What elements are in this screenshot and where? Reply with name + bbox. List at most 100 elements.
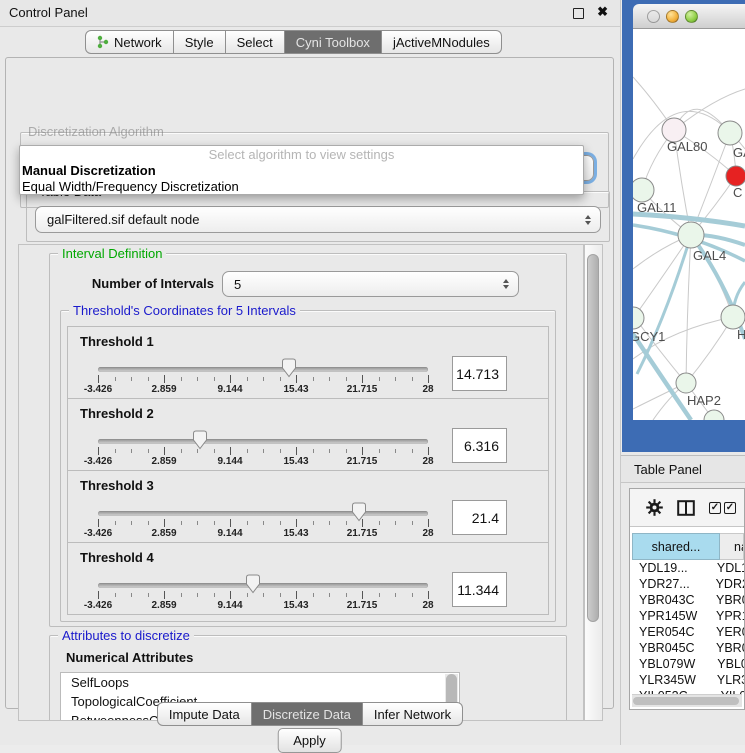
network-node-green[interactable] bbox=[633, 307, 644, 329]
table-horizontal-scrollbar[interactable] bbox=[632, 694, 742, 707]
checkbox-icon[interactable]: ✓ bbox=[724, 502, 736, 514]
slider-tick-label: 28 bbox=[398, 600, 458, 611]
settings-scrollbar[interactable] bbox=[584, 244, 603, 721]
tab-style[interactable]: Style bbox=[174, 30, 226, 54]
threshold-slider-track[interactable] bbox=[98, 511, 428, 516]
threshold-slider-thumb[interactable] bbox=[245, 574, 261, 594]
slider-tick bbox=[230, 447, 231, 455]
slider-tick-label: 2.859 bbox=[134, 528, 194, 539]
threshold-slider-track[interactable] bbox=[98, 583, 428, 588]
slider-tick bbox=[98, 447, 99, 455]
threshold-value-field[interactable]: 11.344 bbox=[452, 572, 507, 607]
network-edge[interactable] bbox=[635, 235, 691, 316]
slider-tick bbox=[181, 593, 182, 597]
column-header-name[interactable]: na bbox=[720, 533, 744, 560]
table-panel-title: Table Panel bbox=[634, 462, 702, 477]
slider-tick bbox=[164, 591, 165, 599]
table-panel-titlebar: Table Panel bbox=[621, 455, 745, 483]
network-node-green[interactable] bbox=[721, 305, 745, 329]
slider-tick bbox=[164, 519, 165, 527]
threshold-slider-thumb[interactable] bbox=[351, 502, 367, 522]
close-icon[interactable]: ✖ bbox=[597, 4, 608, 20]
window-title: Control Panel bbox=[9, 5, 88, 20]
apply-button[interactable]: Apply bbox=[277, 728, 342, 753]
minimize-traffic-light-icon[interactable] bbox=[666, 10, 679, 23]
slider-tick bbox=[115, 593, 116, 597]
tab-impute-data[interactable]: Impute Data bbox=[157, 702, 252, 726]
close-traffic-light-icon[interactable] bbox=[647, 10, 660, 23]
gear-icon[interactable] bbox=[646, 499, 663, 516]
table-row[interactable]: YDR27...YDR2 bbox=[632, 576, 744, 592]
number-of-intervals-select[interactable]: 5 bbox=[222, 271, 519, 297]
tab-discretize-data[interactable]: Discretize Data bbox=[252, 702, 363, 726]
network-node-red[interactable] bbox=[726, 166, 745, 186]
threshold-slider-thumb[interactable] bbox=[192, 430, 208, 450]
node-label-gal4: GAL4 bbox=[693, 248, 726, 263]
slider-tick bbox=[115, 521, 116, 525]
tab-label: Infer Network bbox=[374, 707, 451, 722]
control-panel-window: Control Panel ✖ Network StyleSelect Cyni T… bbox=[0, 0, 621, 745]
slider-tick-label: 2.859 bbox=[134, 384, 194, 395]
tab-label: Network bbox=[114, 35, 162, 50]
threshold-slider-track[interactable] bbox=[98, 367, 428, 372]
table-hscrollbar-thumb[interactable] bbox=[633, 697, 739, 705]
slider-tick bbox=[247, 377, 248, 381]
threshold-panel-1: Threshold 1-3.4262.8599.14415.4321.71528… bbox=[67, 326, 549, 399]
zoom-traffic-light-icon[interactable] bbox=[685, 10, 698, 23]
cell-shared-name: YDR27... bbox=[632, 576, 711, 592]
interval-definition-group: Interval Definition Number of Intervals … bbox=[49, 253, 567, 627]
float-window-icon[interactable] bbox=[573, 8, 584, 19]
table-row[interactable]: YPR145WYPR1 bbox=[632, 608, 744, 624]
tab-infer-network[interactable]: Infer Network bbox=[363, 702, 463, 726]
network-node-green[interactable] bbox=[718, 121, 742, 145]
node-label-c: C bbox=[733, 185, 742, 200]
table-row[interactable]: YDL19...YDL1 bbox=[632, 560, 744, 576]
threshold-value-field[interactable]: 6.316 bbox=[452, 428, 507, 463]
tab-jactivemnodules[interactable]: jActiveMNodules bbox=[382, 30, 502, 54]
column-header-shared-name[interactable]: shared... bbox=[632, 533, 720, 560]
tab-label: Impute Data bbox=[169, 707, 240, 722]
table-row[interactable]: YBL079WYBL0 bbox=[632, 656, 744, 672]
slider-tick bbox=[214, 449, 215, 453]
settings-scroll-area: Interval Definition Number of Intervals … bbox=[18, 244, 584, 721]
network-node-green[interactable] bbox=[678, 222, 704, 248]
tab-select[interactable]: Select bbox=[226, 30, 285, 54]
network-canvas[interactable]: GAL80GACGAL11GAL4GCY1HHAP2 bbox=[633, 29, 745, 420]
slider-tick bbox=[428, 519, 429, 527]
cell-name: YDR2 bbox=[711, 576, 744, 592]
table-data-select[interactable]: galFiltered.sif default node bbox=[35, 206, 601, 233]
slider-tick bbox=[98, 375, 99, 383]
tab-label: jActiveMNodules bbox=[393, 35, 490, 50]
network-edge[interactable] bbox=[686, 235, 691, 383]
slider-tick bbox=[428, 591, 429, 599]
tab-network[interactable]: Network bbox=[85, 30, 174, 54]
split-columns-icon[interactable] bbox=[677, 500, 695, 516]
network-node-green[interactable] bbox=[676, 373, 696, 393]
tab-label: Cyni Toolbox bbox=[296, 35, 370, 50]
tab-cyni-toolbox[interactable]: Cyni Toolbox bbox=[285, 30, 382, 54]
cell-name: YBR0 bbox=[711, 640, 744, 656]
threshold-slider-thumb[interactable] bbox=[281, 358, 297, 378]
checkbox-icon[interactable]: ✓ bbox=[709, 502, 721, 514]
settings-scrollbar-thumb[interactable] bbox=[587, 254, 599, 622]
slider-tick bbox=[115, 449, 116, 453]
thresholds-group-label: Threshold's Coordinates for 5 Intervals bbox=[69, 303, 300, 318]
threshold-panel-3: Threshold 3-3.4262.8599.14415.4321.71528… bbox=[67, 470, 549, 543]
table-row[interactable]: YBR045CYBR0 bbox=[632, 640, 744, 656]
table-row[interactable]: YER054CYER0 bbox=[632, 624, 744, 640]
slider-tick bbox=[346, 521, 347, 525]
threshold-value-field[interactable]: 21.4 bbox=[452, 500, 507, 535]
slider-tick bbox=[346, 377, 347, 381]
discretization-algorithm-label: Discretization Algorithm bbox=[28, 124, 164, 139]
table-row[interactable]: YLR345WYLR3 bbox=[632, 672, 744, 688]
threshold-value-field[interactable]: 14.713 bbox=[452, 356, 507, 391]
attribute-item-selfloops[interactable]: SelfLoops bbox=[61, 673, 459, 692]
slider-tick-label: 28 bbox=[398, 456, 458, 467]
threshold-slider-track[interactable] bbox=[98, 439, 428, 444]
algorithm-option-manual-discretization[interactable]: Manual Discretization bbox=[20, 163, 583, 179]
table-row[interactable]: YBR043CYBR0 bbox=[632, 592, 744, 608]
cell-shared-name: YER054C bbox=[632, 624, 711, 640]
slider-tick bbox=[428, 447, 429, 455]
network-node-green[interactable] bbox=[633, 178, 654, 202]
algorithm-option-equal-width-frequency-discretization[interactable]: Equal Width/Frequency Discretization bbox=[20, 179, 583, 195]
